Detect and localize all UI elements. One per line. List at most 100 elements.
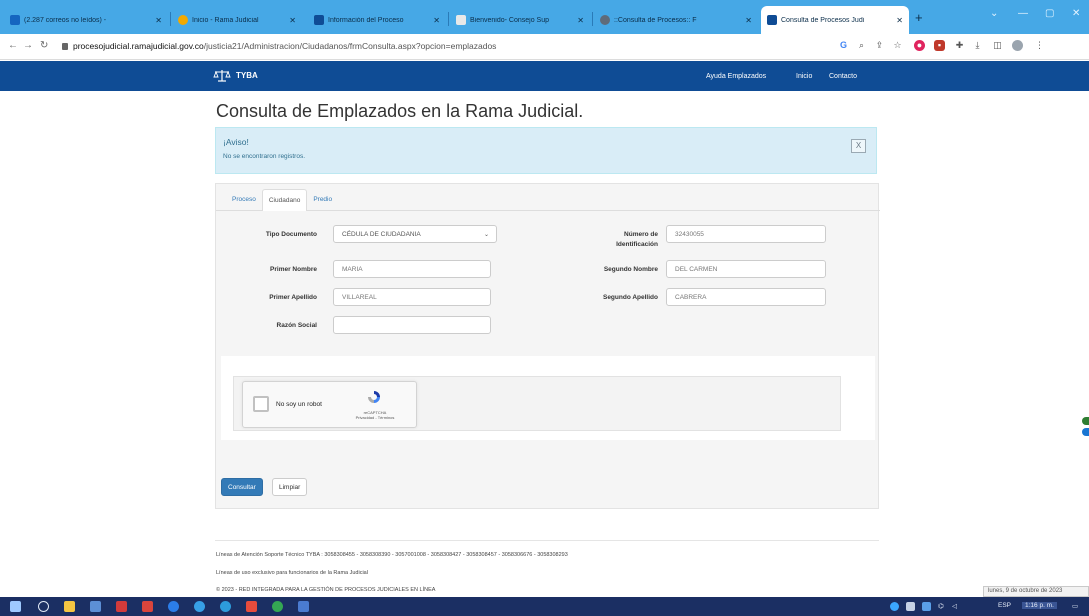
numero-identificacion-input[interactable]: 32430055 <box>666 225 826 243</box>
tray-icon[interactable] <box>906 602 915 611</box>
nav-contacto[interactable]: Contacto <box>829 73 857 80</box>
volume-icon[interactable]: ◁ <box>952 602 957 610</box>
taskbar-app-icon[interactable] <box>142 601 153 612</box>
tab-predio[interactable]: Predio <box>307 189 338 211</box>
search-icon[interactable] <box>38 601 49 612</box>
browser-tab-strip: (2.287 correos no leídos) - ✕ Inicio - R… <box>0 0 1089 34</box>
url-domain: procesojudicial.ramajudicial.gov.co <box>73 41 204 51</box>
zoom-icon[interactable]: ⌕ <box>856 40 867 51</box>
windows-start-icon[interactable] <box>10 601 21 612</box>
puzzle-extensions-icon[interactable]: ✚ <box>954 40 965 51</box>
close-tab-icon[interactable]: ✕ <box>896 16 903 25</box>
google-icon[interactable]: G <box>838 40 849 51</box>
segundo-apellido-label: Segundo Apellido <box>602 294 658 301</box>
search-tabs: Proceso Ciudadano Predio <box>226 189 338 211</box>
alert-message: No se encontraron registros. <box>223 153 306 160</box>
taskbar-app-icon[interactable] <box>220 601 231 612</box>
browser-tab-rama-judicial[interactable]: Inicio - Rama Judicial ✕ <box>172 6 302 34</box>
recaptcha-links[interactable]: Privacidad - Términos <box>356 415 395 420</box>
profile-avatar[interactable] <box>1012 40 1023 51</box>
tab-search-icon[interactable]: ⌄ <box>990 8 998 19</box>
tab-label: Bienvenido- Consejo Sup <box>470 16 549 24</box>
tab-proceso[interactable]: Proceso <box>226 189 262 211</box>
taskbar-app-icon[interactable] <box>194 601 205 612</box>
taskbar-app-icon[interactable] <box>90 601 101 612</box>
close-tab-icon[interactable]: ✕ <box>155 16 162 25</box>
footer-support-lines: Líneas de Atención Soporte Técnico TYBA … <box>216 552 568 558</box>
side-panel-icon[interactable]: ◫ <box>992 40 1003 51</box>
tab-label: Consulta de Procesos Judi <box>781 16 865 24</box>
network-icon[interactable]: ⌬ <box>938 602 944 610</box>
adblock-extension-icon[interactable]: ● <box>914 40 925 51</box>
close-window-icon[interactable]: ✕ <box>1072 8 1080 19</box>
captcha-well: No soy un robot reCAPTCHA Privacidad - Té… <box>233 376 841 431</box>
address-bar-row: ← → ↻ procesojudicial.ramajudicial.gov.c… <box>0 34 1089 60</box>
minimize-icon[interactable]: — <box>1018 8 1028 19</box>
primer-nombre-input[interactable]: MARIA <box>333 260 491 278</box>
close-tab-icon[interactable]: ✕ <box>577 16 584 25</box>
close-tab-icon[interactable]: ✕ <box>433 16 440 25</box>
side-widget-icon[interactable] <box>1082 417 1089 425</box>
tyba-icon <box>314 15 324 25</box>
limpiar-button[interactable]: Limpiar <box>272 478 308 496</box>
globe-icon <box>600 15 610 25</box>
clock[interactable]: 1:16 p. m. <box>1022 602 1057 609</box>
consultar-button[interactable]: Consultar <box>221 478 263 496</box>
new-tab-icon[interactable]: + <box>915 10 923 25</box>
tab-label: ::Consulta de Procesos:: F <box>614 16 697 24</box>
alert-info: ¡Aviso! No se encontraron registros. X <box>215 127 877 174</box>
segundo-nombre-input[interactable]: DEL CARMEN <box>666 260 826 278</box>
primer-apellido-input[interactable]: VILLAREAL <box>333 288 491 306</box>
segundo-nombre-label: Segundo Nombre <box>603 266 658 273</box>
tipo-documento-label: Tipo Documento <box>265 231 317 238</box>
date-tooltip: lunes, 9 de octubre de 2023 <box>983 586 1089 597</box>
close-tab-icon[interactable]: ✕ <box>289 16 296 25</box>
taskbar-app-icon[interactable] <box>246 601 257 612</box>
back-icon[interactable]: ← <box>8 40 18 51</box>
url-path: /justicia21/Administracion/Ciudadanos/fr… <box>203 41 497 51</box>
lock-icon <box>62 43 68 50</box>
reload-icon[interactable]: ↻ <box>40 40 48 51</box>
numero-identificacion-label-line1: Número de <box>624 231 658 238</box>
alert-close-button[interactable]: X <box>851 139 866 153</box>
side-widget-icon[interactable] <box>1082 428 1089 436</box>
nav-inicio[interactable]: Inicio <box>796 73 812 80</box>
nav-ayuda-emplazados[interactable]: Ayuda Emplazados <box>706 73 766 80</box>
language-indicator[interactable]: ESP <box>998 602 1011 609</box>
recaptcha-checkbox[interactable] <box>253 396 269 412</box>
browser-tab-gmail[interactable]: (2.287 correos no leídos) - ✕ <box>4 6 168 34</box>
tray-icon[interactable] <box>890 602 899 611</box>
url-field[interactable]: procesojudicial.ramajudicial.gov.co/just… <box>62 41 496 51</box>
taskbar-app-icon[interactable] <box>116 601 127 612</box>
taskbar-app-icon[interactable] <box>298 601 309 612</box>
tab-ciudadano[interactable]: Ciudadano <box>261 189 308 211</box>
bookmark-star-icon[interactable]: ☆ <box>892 40 903 51</box>
extension-icon[interactable]: ▪ <box>934 40 945 51</box>
segundo-apellido-input[interactable]: CABRERA <box>666 288 826 306</box>
browser-tab-consulta-procesos-old[interactable]: ::Consulta de Procesos:: F ✕ <box>594 6 758 34</box>
forward-icon[interactable]: → <box>23 40 33 51</box>
download-icon[interactable]: ⤓ <box>972 40 983 51</box>
notifications-icon[interactable]: ▭ <box>1072 602 1078 610</box>
numero-identificacion-label: Número de Identificación <box>576 230 658 250</box>
tray-icon[interactable] <box>922 602 931 611</box>
browser-tab-consulta-procesos-active[interactable]: Consulta de Procesos Judi ✕ <box>761 6 909 34</box>
chrome-icon[interactable] <box>168 601 179 612</box>
brand-name: TYBA <box>236 71 258 80</box>
menu-kebab-icon[interactable]: ⋮ <box>1034 40 1045 51</box>
close-tab-icon[interactable]: ✕ <box>745 16 752 25</box>
tab-separator <box>448 12 449 26</box>
brand-logo[interactable]: TYBA <box>213 69 258 82</box>
rama-judicial-icon <box>178 15 188 25</box>
tipo-documento-select[interactable]: CÉDULA DE CIUDADANIA ⌄ <box>333 225 497 243</box>
share-icon[interactable]: ⇪ <box>874 40 885 51</box>
chevron-down-icon: ⌄ <box>483 232 489 238</box>
recaptcha-label: No soy un robot <box>276 401 322 408</box>
browser-tab-consejo-superior[interactable]: Bienvenido- Consejo Sup ✕ <box>450 6 590 34</box>
taskbar-app-icon[interactable] <box>272 601 283 612</box>
browser-tab-informacion-proceso[interactable]: Información del Proceso ✕ <box>308 6 446 34</box>
maximize-icon[interactable]: ▢ <box>1045 8 1054 19</box>
razon-social-input[interactable] <box>333 316 491 334</box>
file-explorer-icon[interactable] <box>64 601 75 612</box>
captcha-section: No soy un robot reCAPTCHA Privacidad - Té… <box>221 356 875 440</box>
